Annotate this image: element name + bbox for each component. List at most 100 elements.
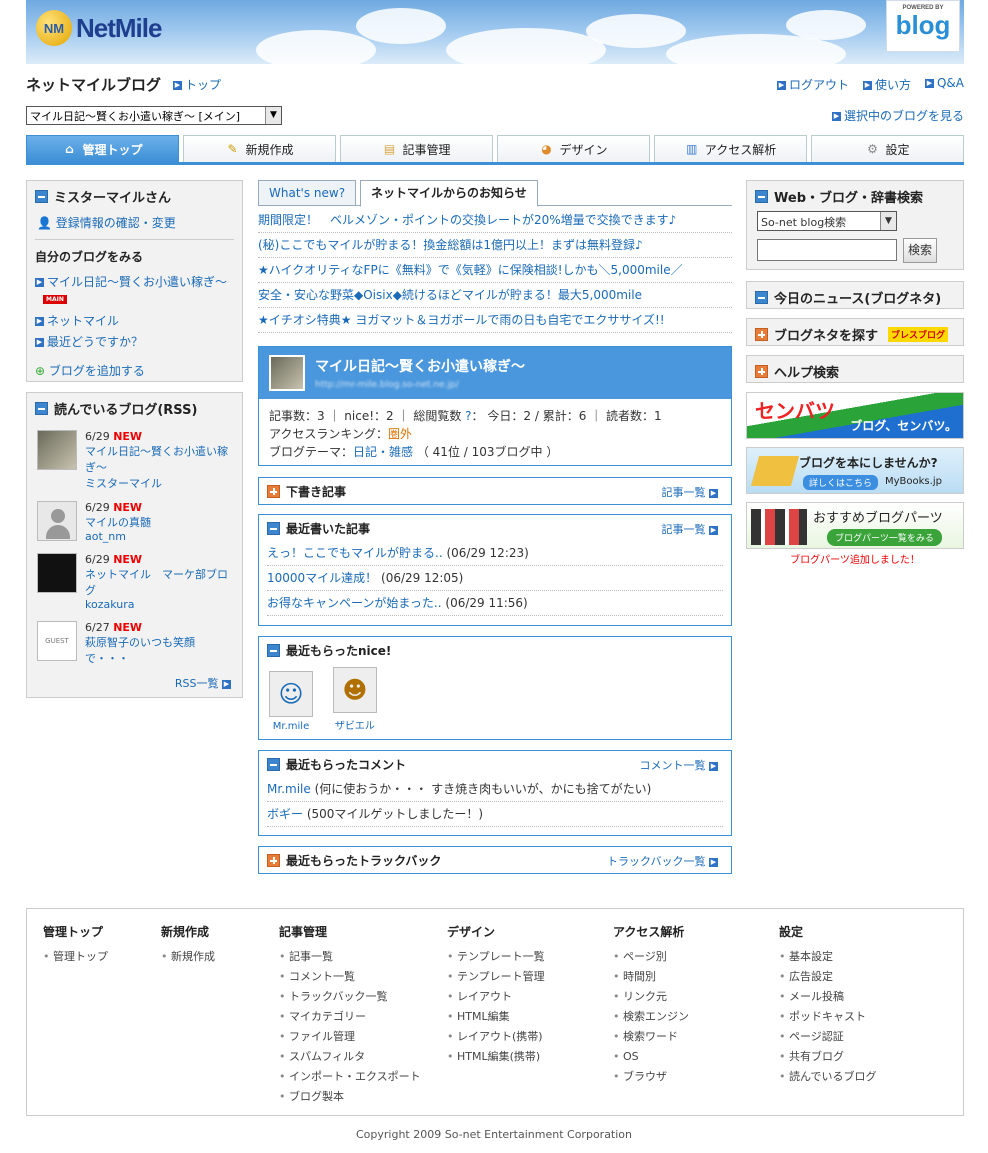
rss-item[interactable]: 6/29 NEW マイル日記～賢くお小遣い稼ぎ～ ミスターマイル <box>27 424 242 495</box>
add-blog-label[interactable]: ブログを追加する <box>49 364 145 378</box>
footer-link[interactable]: コメント一覧 <box>279 968 421 988</box>
footer-link[interactable]: 管理トップ <box>43 948 108 968</box>
post-row[interactable]: えっ！ここでもマイルが貯まる.. (06/29 12:23) <box>267 541 723 566</box>
my-blog-2[interactable]: ▶ ネットマイル <box>27 310 242 331</box>
collapse-icon[interactable] <box>267 643 280 657</box>
my-blog-2-label[interactable]: ネットマイル <box>47 314 119 328</box>
sonet-blog-badge[interactable]: POWERED BY blog <box>886 0 960 52</box>
collapse-icon[interactable] <box>755 291 768 304</box>
news-link[interactable]: ★イチオシ特典★ ヨガマット＆ヨガボールで雨の日も自宅でエクササイズ!! <box>258 313 665 327</box>
news-header[interactable]: 今日のニュース(ブログネタ) <box>747 282 963 313</box>
footer-link[interactable]: 基本設定 <box>779 948 876 968</box>
nice-user[interactable]: ☻ ザビエル <box>332 667 377 732</box>
howto-label[interactable]: 使い方 <box>875 78 911 92</box>
news-item[interactable]: 期間限定！ ベルメゾン・ポイントの交換レートが20%増量で交換できます♪ <box>258 208 732 233</box>
footer-link[interactable]: 記事一覧 <box>279 948 421 968</box>
qa-label[interactable]: Q&A <box>937 76 964 90</box>
rss-title[interactable]: 萩原智子のいつも笑顔で・・・ <box>85 636 195 665</box>
comment-user[interactable]: Mr.mile <box>267 782 311 796</box>
tab-articles[interactable]: ▤ 記事管理 <box>340 135 493 162</box>
theme-link[interactable]: 日記・雑感 <box>353 445 413 459</box>
my-blog-1[interactable]: ▶ マイル日記～賢くお小遣い稼ぎ～ MAIN <box>27 271 242 306</box>
user-box-header[interactable]: ミスターマイルさん <box>27 181 242 212</box>
footer-link[interactable]: 時間別 <box>613 968 689 988</box>
rss-title[interactable]: ネットマイル マーケ部ブログ <box>85 568 228 597</box>
trackbacks-more-label[interactable]: トラックバック一覧 <box>607 855 705 868</box>
top-link-label[interactable]: トップ <box>185 78 221 92</box>
footer-col-heading[interactable]: 設定 <box>779 923 876 940</box>
footer-link[interactable]: マイカテゴリー <box>279 1008 421 1028</box>
collapse-icon[interactable] <box>35 402 48 415</box>
comment-user[interactable]: ボギー <box>267 807 303 821</box>
tab-settings[interactable]: ⚙ 設定 <box>811 135 964 162</box>
trackbacks-header[interactable]: 最近もらったトラックバック トラックバック一覧 ▶ <box>259 847 731 873</box>
howto-link[interactable]: ▶ 使い方 <box>862 76 911 93</box>
footer-link[interactable]: 共有ブログ <box>779 1048 876 1068</box>
footer-link[interactable]: HTML編集 <box>447 1008 545 1028</box>
comments-more-link[interactable]: コメント一覧 ▶ <box>640 757 722 773</box>
post-row[interactable]: 10000マイル達成！ (06/29 12:05) <box>267 566 723 591</box>
footer-link[interactable]: トラックバック一覧 <box>279 988 421 1008</box>
rss-item[interactable]: 6/29 NEW マイルの真髄 aot_nm <box>27 495 242 547</box>
expand-icon[interactable] <box>267 853 280 867</box>
rss-box-header[interactable]: 読んでいるブログ(RSS) <box>27 393 242 424</box>
blog-select[interactable]: マイル日記～賢くお小遣い稼ぎ～ [メイン] ▼ <box>26 106 282 125</box>
collapse-icon[interactable] <box>267 757 280 771</box>
news-item[interactable]: (秘)ここでもマイルが貯まる！換金総額は1億円以上！まずは無料登録♪ <box>258 233 732 258</box>
tab-access[interactable]: ▥ アクセス解析 <box>654 135 807 162</box>
mybooks-banner[interactable]: ブログを本にしませんか? 詳しくはこちら MyBooks.jp <box>746 447 964 494</box>
trackbacks-more-link[interactable]: トラックバック一覧 ▶ <box>607 853 721 869</box>
news-link[interactable]: (秘)ここでもマイルが貯まる！換金総額は1億円以上！まずは無料登録♪ <box>258 238 643 252</box>
news-link[interactable]: 期間限定！ ベルメゾン・ポイントの交換レートが20%増量で交換できます♪ <box>258 213 676 227</box>
logout-label[interactable]: ログアウト <box>789 78 849 92</box>
news-item[interactable]: ★ハイクオリティなFPに《無料》で《気軽》に保険相談!しかも＼5,000mile… <box>258 258 732 283</box>
recent-nice-header[interactable]: 最近もらったnice! <box>259 637 731 663</box>
footer-link[interactable]: テンプレート一覧 <box>447 948 545 968</box>
news-link[interactable]: ★ハイクオリティなFPに《無料》で《気軽》に保険相談!しかも＼5,000mile… <box>258 263 683 277</box>
tab-design[interactable]: ◕ デザイン <box>497 135 650 162</box>
news-item[interactable]: ★イチオシ特典★ ヨガマット＆ヨガボールで雨の日も自宅でエクササイズ!! <box>258 308 732 333</box>
blog-title[interactable]: マイル日記～賢くお小遣い稼ぎ～ <box>315 356 525 376</box>
footer-link[interactable]: ブラウザ <box>613 1068 689 1088</box>
post-title[interactable]: えっ！ここでもマイルが貯まる.. <box>267 546 443 560</box>
tab-whats-new[interactable]: What's new? <box>258 180 357 206</box>
footer-link[interactable]: 読んでいるブログ <box>779 1068 876 1088</box>
my-blog-1-label[interactable]: マイル日記～賢くお小遣い稼ぎ～ <box>47 275 227 289</box>
footer-link[interactable]: ブログ製本 <box>279 1088 421 1108</box>
nice-user[interactable]: ☺ Mr.mile <box>269 671 313 732</box>
footer-col-heading[interactable]: デザイン <box>447 923 545 940</box>
posts-more-link[interactable]: 記事一覧 ▶ <box>662 521 722 537</box>
parts-note[interactable]: ブログパーツ追加しました！ <box>746 551 964 566</box>
add-blog-link[interactable]: ⊕ ブログを追加する <box>27 360 242 381</box>
footer-link[interactable]: 検索ワード <box>613 1028 689 1048</box>
rss-list-label[interactable]: RSS一覧 <box>175 677 219 690</box>
top-link[interactable]: ▶ トップ <box>173 76 221 93</box>
bresblog-logo[interactable]: ブレスブログ <box>888 327 949 342</box>
expand-icon[interactable] <box>755 365 768 378</box>
search-header[interactable]: Web・ブログ・辞書検索 <box>747 181 963 212</box>
netmile-logo[interactable]: NM NetMile <box>36 10 162 46</box>
comment-row[interactable]: ボギー (500マイルゲットしましたー！) <box>267 802 723 827</box>
chevron-down-icon[interactable]: ▼ <box>880 212 896 230</box>
footer-link[interactable]: レイアウト(携帯) <box>447 1028 545 1048</box>
posts-more-label[interactable]: 記事一覧 <box>662 523 706 536</box>
collapse-icon[interactable] <box>267 521 280 535</box>
recent-posts-header[interactable]: 最近書いた記事 記事一覧 ▶ <box>259 515 731 541</box>
footer-link[interactable]: HTML編集(携帯) <box>447 1048 545 1068</box>
rss-author[interactable]: aot_nm <box>85 530 126 543</box>
nice-user-name[interactable]: ザビエル <box>335 721 375 732</box>
post-row[interactable]: お得なキャンペーンが始まった.. (06/29 11:56) <box>267 591 723 616</box>
collapse-icon[interactable] <box>755 190 768 203</box>
news-item[interactable]: 安全・安心な野菜◆Oisix◆続けるほどマイルが貯まる！最大5,000mile <box>258 283 732 308</box>
rss-item[interactable]: GUEST 6/27 NEW 萩原智子のいつも笑顔で・・・ <box>27 615 242 670</box>
rss-author[interactable]: ミスターマイル <box>85 477 162 490</box>
recent-comments-header[interactable]: 最近もらったコメント コメント一覧 ▶ <box>259 751 731 777</box>
rss-title[interactable]: マイルの真髄 <box>85 516 151 529</box>
footer-link[interactable]: リンク元 <box>613 988 689 1008</box>
search-type-select[interactable]: So-net blog検索 ▼ <box>757 211 897 231</box>
profile-link-label[interactable]: 登録情報の確認・変更 <box>56 216 176 230</box>
footer-link[interactable]: ページ認証 <box>779 1028 876 1048</box>
my-blog-3[interactable]: ▶ 最近どうですか？ <box>27 331 242 352</box>
footer-col-heading[interactable]: 新規作成 <box>161 923 215 940</box>
comments-more-label[interactable]: コメント一覧 <box>640 759 706 772</box>
